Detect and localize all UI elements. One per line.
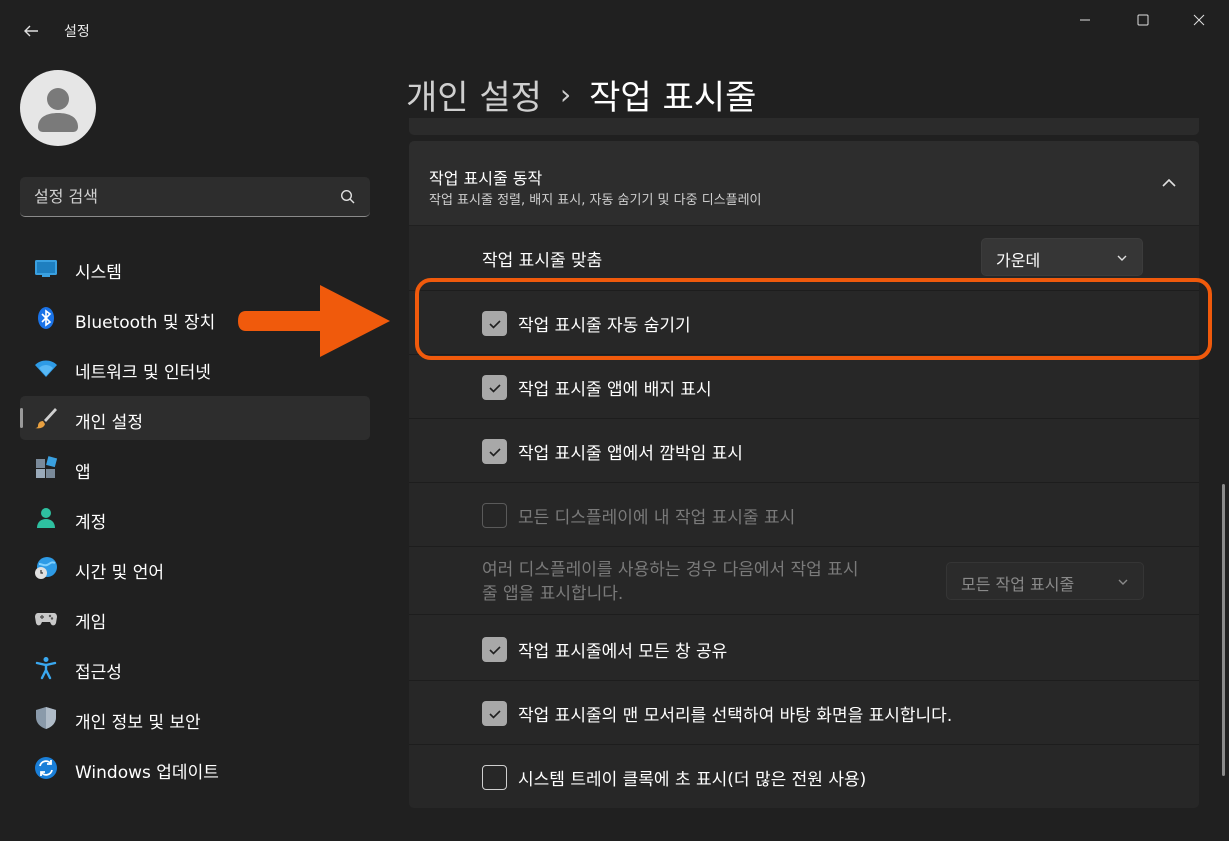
multi-display-dropdown: 모든 작업 표시줄 (946, 562, 1144, 600)
wifi-icon (34, 356, 58, 380)
description-line: 줄 앱을 표시합니다. (482, 584, 624, 604)
share-window-checkbox[interactable] (482, 637, 507, 662)
chevron-down-icon (1117, 255, 1127, 261)
section-title: 작업 표시줄 동작 (429, 169, 543, 188)
close-button[interactable] (1176, 6, 1222, 34)
sidebar-item-label: 개인 설정 (75, 413, 143, 433)
sidebar-item-gaming[interactable]: 게임 (20, 596, 370, 640)
flashing-checkbox[interactable] (482, 439, 507, 464)
minimize-icon (1080, 19, 1090, 21)
sidebar-item-privacy[interactable]: 개인 정보 및 보안 (20, 696, 370, 740)
update-icon (34, 756, 58, 780)
collapse-button[interactable] (1159, 175, 1179, 191)
seconds-clock-checkbox[interactable] (482, 765, 507, 790)
checkmark-icon (488, 645, 501, 655)
description-line: 여러 디스플레이를 사용하는 경우 다음에서 작업 표시 (482, 560, 859, 580)
accessibility-icon (34, 656, 58, 680)
setting-label: 작업 표시줄에서 모든 창 공유 (518, 642, 728, 662)
setting-row-share-window[interactable]: 작업 표시줄에서 모든 창 공유 (409, 614, 1199, 680)
setting-label: 작업 표시줄 앱에서 깜박임 표시 (518, 444, 743, 464)
page-title: 작업 표시줄 (589, 78, 757, 118)
chevron-up-icon (1162, 178, 1176, 187)
checkmark-icon (488, 709, 501, 719)
section-header-taskbar-behaviors[interactable]: 작업 표시줄 동작 작업 표시줄 정렬, 배지 표시, 자동 숨기기 및 다중 … (409, 141, 1199, 225)
alignment-dropdown[interactable]: 가운데 (981, 238, 1143, 276)
sidebar-item-apps[interactable]: 앱 (20, 446, 370, 490)
breadcrumb: 개인 설정 › 작업 표시줄 (406, 70, 756, 119)
checkmark-icon (488, 383, 501, 393)
sidebar-item-label: 계정 (75, 513, 107, 533)
badges-checkbox[interactable] (482, 375, 507, 400)
sidebar-item-time-language[interactable]: 시간 및 언어 (20, 546, 370, 590)
sidebar-item-accessibility[interactable]: 접근성 (20, 646, 370, 690)
apps-icon (34, 456, 58, 480)
back-button[interactable] (20, 20, 42, 42)
maximize-button[interactable] (1120, 6, 1166, 34)
user-avatar[interactable] (20, 70, 96, 146)
setting-row-badges[interactable]: 작업 표시줄 앱에 배지 표시 (409, 354, 1199, 418)
sidebar-item-label: 게임 (75, 613, 107, 633)
sidebar-item-label: 네트워크 및 인터넷 (75, 363, 211, 383)
sidebar-item-label: 개인 정보 및 보안 (75, 713, 201, 733)
setting-row-all-displays: 모든 디스플레이에 내 작업 표시줄 표시 (409, 482, 1199, 546)
sidebar-item-accounts[interactable]: 계정 (20, 496, 370, 540)
account-icon (34, 506, 58, 530)
setting-description: 여러 디스플레이를 사용하는 경우 다음에서 작업 표시 줄 앱을 표시합니다. (482, 558, 922, 606)
sidebar-item-label: 시간 및 언어 (75, 563, 165, 583)
system-icon (34, 256, 58, 280)
sidebar-item-label: 앱 (75, 463, 91, 483)
section-subtitle: 작업 표시줄 정렬, 배지 표시, 자동 숨기기 및 다중 디스플레이 (429, 193, 762, 208)
setting-row-show-desktop[interactable]: 작업 표시줄의 맨 모서리를 선택하여 바탕 화면을 표시합니다. (409, 680, 1199, 744)
title-bar: 설정 (0, 0, 1229, 60)
annotation-arrow-icon (238, 285, 390, 357)
gamepad-icon (34, 606, 58, 630)
back-arrow-icon (24, 25, 38, 37)
setting-row-multi-display: 여러 디스플레이를 사용하는 경우 다음에서 작업 표시 줄 앱을 표시합니다.… (409, 546, 1199, 614)
setting-label: 작업 표시줄 맞춤 (482, 251, 603, 271)
breadcrumb-parent[interactable]: 개인 설정 (406, 70, 542, 119)
sidebar-item-windows-update[interactable]: Windows 업데이트 (20, 746, 370, 790)
setting-label: 작업 표시줄의 맨 모서리를 선택하여 바탕 화면을 표시합니다. (518, 706, 953, 726)
user-icon (38, 88, 78, 132)
search-input[interactable] (20, 177, 330, 215)
setting-row-seconds-clock[interactable]: 시스템 트레이 클록에 초 표시(더 많은 전원 사용) (409, 744, 1199, 808)
close-icon (1193, 14, 1205, 26)
chevron-down-icon (1118, 579, 1128, 585)
setting-label: 모든 디스플레이에 내 작업 표시줄 표시 (518, 508, 796, 528)
brush-icon (34, 406, 58, 430)
maximize-icon (1137, 14, 1149, 26)
shield-icon (34, 706, 58, 730)
bluetooth-icon (34, 306, 58, 330)
sidebar-item-label: Bluetooth 및 장치 (75, 313, 216, 333)
globe-clock-icon (34, 556, 58, 580)
setting-label: 작업 표시줄 앱에 배지 표시 (518, 380, 712, 400)
annotation-highlight (415, 278, 1212, 360)
show-desktop-checkbox[interactable] (482, 701, 507, 726)
scrollbar-thumb[interactable] (1222, 484, 1225, 776)
setting-label: 시스템 트레이 클록에 초 표시(더 많은 전원 사용) (518, 770, 867, 790)
dropdown-value: 가운데 (996, 251, 1041, 270)
checkmark-icon (488, 447, 501, 457)
minimize-button[interactable] (1062, 6, 1108, 34)
sidebar-item-personalization[interactable]: 개인 설정 (20, 396, 370, 440)
sidebar-item-label: 접근성 (75, 663, 122, 683)
search-box[interactable] (20, 177, 370, 217)
app-title: 설정 (64, 24, 90, 40)
all-displays-checkbox (482, 503, 507, 528)
search-icon[interactable] (340, 189, 356, 205)
breadcrumb-separator: › (559, 78, 572, 111)
dropdown-value: 모든 작업 표시줄 (961, 575, 1075, 594)
previous-card-edge (409, 118, 1199, 135)
setting-row-flashing[interactable]: 작업 표시줄 앱에서 깜박임 표시 (409, 418, 1199, 482)
active-indicator (20, 408, 23, 428)
sidebar-item-label: Windows 업데이트 (75, 763, 219, 783)
sidebar-item-label: 시스템 (75, 263, 122, 283)
